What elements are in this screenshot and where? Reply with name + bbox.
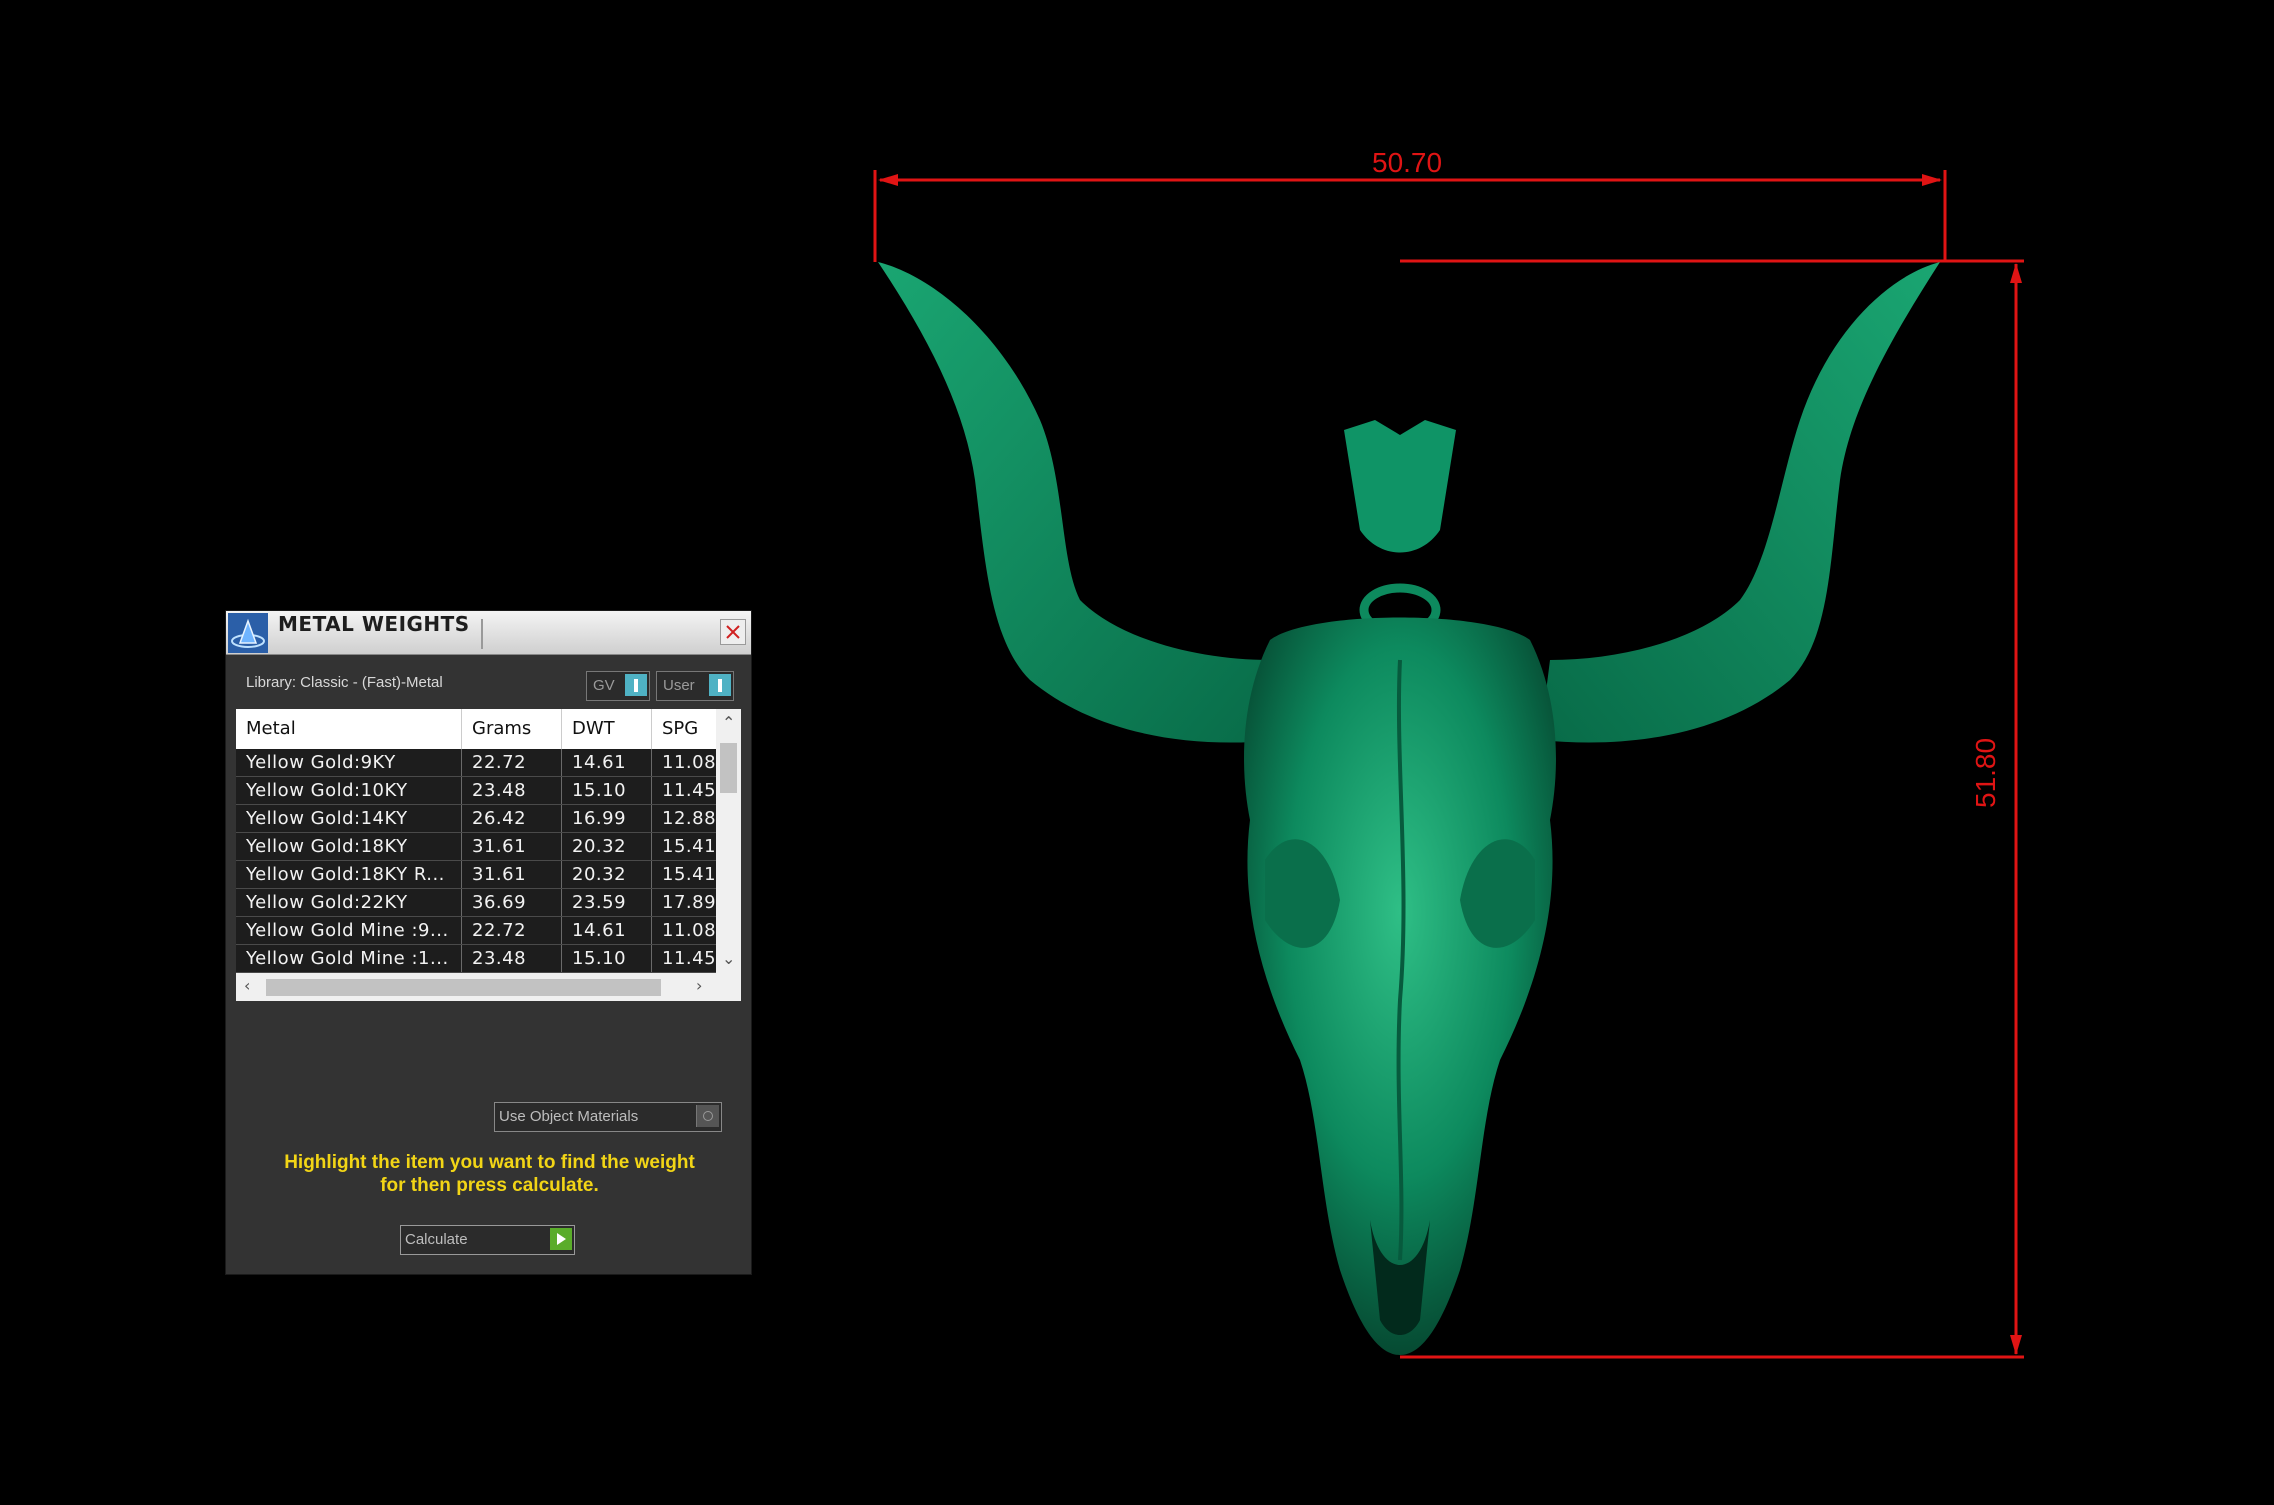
column-header-dwt[interactable]: DWT: [562, 709, 652, 749]
gv-toggle-label: GV: [593, 677, 615, 694]
table-row[interactable]: Yellow Gold:18KY R... 31.61 20.32 15.41: [236, 861, 716, 889]
metal-weights-panel: METAL WEIGHTS Library: Classic - (Fast)-…: [226, 611, 751, 1274]
table-header: Metal Grams DWT SPG: [236, 709, 716, 749]
user-toggle[interactable]: User: [656, 671, 734, 701]
cell-dwt: 20.32: [562, 833, 652, 860]
table-row[interactable]: Yellow Gold:22KY 36.69 23.59 17.89: [236, 889, 716, 917]
cell-spg: 12.88: [662, 808, 716, 829]
cell-grams: 22.72: [462, 749, 562, 776]
bull-skull-pendant: [878, 262, 1940, 1355]
cell-grams: 22.72: [462, 917, 562, 944]
cell-spg: 11.08: [662, 752, 716, 773]
column-header-spg[interactable]: SPG: [652, 709, 716, 749]
panel-titlebar[interactable]: METAL WEIGHTS: [226, 611, 751, 655]
cell-dwt: 16.99: [562, 805, 652, 832]
table-body: Yellow Gold:9KY 22.72 14.61 11.08 Yellow Gol…: [236, 749, 716, 973]
cell-spg: 15.41: [662, 836, 716, 857]
gv-toggle[interactable]: GV: [586, 671, 650, 701]
cell-grams: 31.61: [462, 833, 562, 860]
vertical-scrollbar[interactable]: ⌃ ⌄: [716, 709, 741, 973]
horizontal-scroll-thumb[interactable]: [266, 979, 661, 996]
cell-dwt: 14.61: [562, 749, 652, 776]
panel-title: METAL WEIGHTS: [278, 612, 470, 636]
titlebar-separator: [481, 619, 483, 649]
cell-metal: Yellow Gold Mine :9...: [236, 917, 462, 944]
close-button[interactable]: [720, 619, 746, 645]
horizontal-scrollbar[interactable]: ‹ ›: [236, 973, 741, 1001]
cell-grams: 31.61: [462, 861, 562, 888]
table-row[interactable]: Yellow Gold:10KY 23.48 15.10 11.45: [236, 777, 716, 805]
cell-dwt: 23.59: [562, 889, 652, 916]
cell-metal: Yellow Gold Mine :1...: [236, 945, 462, 972]
scroll-right-icon[interactable]: ›: [696, 976, 702, 995]
cell-metal: Yellow Gold:14KY: [236, 805, 462, 832]
scroll-left-icon[interactable]: ‹: [244, 976, 250, 995]
close-icon: [726, 625, 740, 639]
user-toggle-label: User: [663, 677, 695, 694]
calculate-label: Calculate: [405, 1231, 468, 1248]
calculate-button[interactable]: Calculate: [400, 1225, 575, 1255]
cell-metal: Yellow Gold:10KY: [236, 777, 462, 804]
instruction-line-2: for then press calculate.: [380, 1175, 599, 1196]
cell-grams: 23.48: [462, 777, 562, 804]
cell-metal: Yellow Gold:18KY R...: [236, 861, 462, 888]
gv-toggle-indicator: [625, 674, 647, 696]
cell-dwt: 15.10: [562, 945, 652, 972]
cell-spg: 11.45: [662, 780, 716, 801]
library-label: Library: Classic - (Fast)-Metal: [246, 674, 443, 691]
scroll-down-icon[interactable]: ⌄: [722, 949, 735, 968]
cell-spg: 15.41: [662, 864, 716, 885]
cell-spg: 17.89: [662, 892, 716, 913]
cell-dwt: 14.61: [562, 917, 652, 944]
height-dimension-label: 51.80: [1970, 737, 2001, 808]
scroll-up-icon[interactable]: ⌃: [722, 713, 735, 732]
instruction-line-1: Highlight the item you want to find the …: [284, 1152, 695, 1173]
use-object-materials-toggle[interactable]: Use Object Materials: [494, 1102, 722, 1132]
instruction-text: Highlight the item you want to find the …: [246, 1151, 733, 1197]
table-row[interactable]: Yellow Gold:14KY 26.42 16.99 12.88: [236, 805, 716, 833]
play-icon: [550, 1228, 572, 1250]
user-toggle-indicator: [709, 674, 731, 696]
cell-metal: Yellow Gold:9KY: [236, 749, 462, 776]
app-logo-icon: [228, 613, 268, 653]
cell-spg: 11.45: [662, 948, 716, 969]
column-header-metal[interactable]: Metal: [236, 709, 462, 749]
table-row[interactable]: Yellow Gold:9KY 22.72 14.61 11.08: [236, 749, 716, 777]
cell-grams: 36.69: [462, 889, 562, 916]
table-row[interactable]: Yellow Gold:18KY 31.61 20.32 15.41: [236, 833, 716, 861]
metal-table: Metal Grams DWT SPG Yellow Gold:9KY 22.72…: [236, 709, 741, 1001]
radio-icon: [696, 1105, 719, 1127]
cell-grams: 23.48: [462, 945, 562, 972]
use-object-materials-label: Use Object Materials: [499, 1108, 639, 1125]
width-dimension-label: 50.70: [1372, 147, 1443, 178]
column-header-grams[interactable]: Grams: [462, 709, 562, 749]
table-row[interactable]: Yellow Gold Mine :9... 22.72 14.61 11.08: [236, 917, 716, 945]
cell-metal: Yellow Gold:18KY: [236, 833, 462, 860]
vertical-scroll-thumb[interactable]: [720, 743, 737, 793]
cell-grams: 26.42: [462, 805, 562, 832]
cell-dwt: 15.10: [562, 777, 652, 804]
cell-metal: Yellow Gold:22KY: [236, 889, 462, 916]
cell-dwt: 20.32: [562, 861, 652, 888]
table-row[interactable]: Yellow Gold Mine :1... 23.48 15.10 11.45: [236, 945, 716, 973]
cell-spg: 11.08: [662, 920, 716, 941]
